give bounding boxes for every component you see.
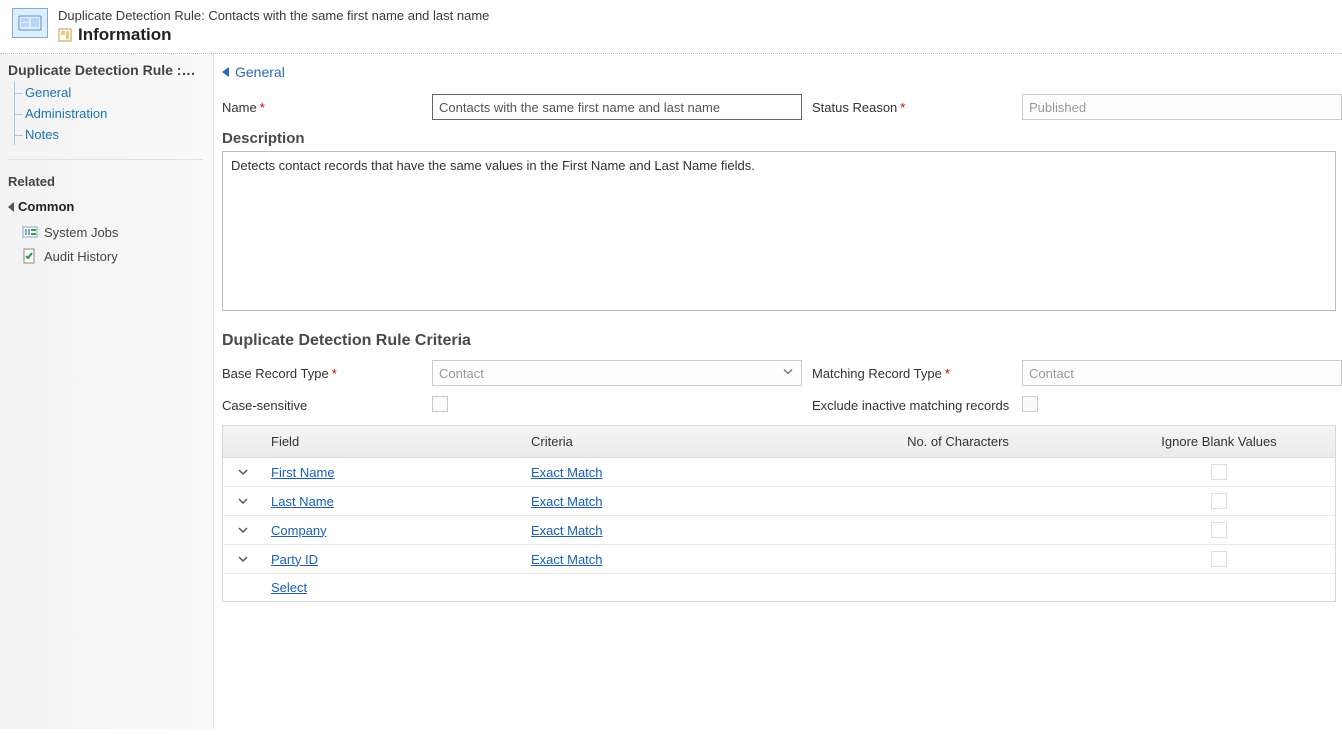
row-menu-button[interactable] (223, 466, 263, 478)
sidebar-group-common[interactable]: Common (8, 199, 203, 214)
sidebar-title: Duplicate Detection Rule :… (8, 62, 203, 78)
col-criteria: Criteria (523, 434, 813, 449)
sidebar-item-administration[interactable]: Administration (15, 103, 203, 124)
case-sensitive-checkbox[interactable] (432, 396, 448, 412)
sidebar-item-notes[interactable]: Notes (15, 124, 203, 145)
field-link[interactable]: First Name (263, 465, 523, 480)
criteria-link[interactable]: Exact Match (523, 523, 813, 538)
audit-icon (22, 248, 38, 264)
base-record-type-select[interactable] (432, 360, 802, 386)
sidebar-item-general[interactable]: General (15, 82, 203, 103)
criteria-link[interactable]: Exact Match (523, 494, 813, 509)
description-field[interactable]: Detects contact records that have the sa… (222, 151, 1336, 311)
info-icon (58, 28, 72, 42)
exclude-inactive-label: Exclude inactive matching records (812, 398, 1012, 413)
sidebar-item-label: System Jobs (44, 225, 118, 240)
sidebar-group-label: Common (18, 199, 74, 214)
status-reason-field[interactable] (1022, 94, 1342, 120)
criteria-table: Field Criteria No. of Characters Ignore … (222, 425, 1336, 602)
collapse-icon (222, 67, 229, 77)
ignore-blank-checkbox[interactable] (1211, 464, 1227, 480)
table-row: Party ID Exact Match (223, 545, 1335, 574)
name-field[interactable] (432, 94, 802, 120)
col-ignore-blank: Ignore Blank Values (1103, 434, 1335, 449)
matching-record-type-field[interactable] (1022, 360, 1342, 386)
select-field-link[interactable]: Select (263, 580, 523, 595)
status-reason-label: Status Reason* (812, 100, 1012, 115)
table-row: Last Name Exact Match (223, 487, 1335, 516)
table-row-select: Select (223, 574, 1335, 601)
col-field: Field (263, 434, 523, 449)
matching-record-type-label: Matching Record Type* (812, 366, 1012, 381)
section-general-header[interactable]: General (222, 64, 1342, 80)
field-link[interactable]: Company (263, 523, 523, 538)
criteria-link[interactable]: Exact Match (523, 465, 813, 480)
page-header: Duplicate Detection Rule: Contacts with … (0, 0, 1342, 54)
row-menu-button[interactable] (223, 524, 263, 536)
sidebar-item-audit-history[interactable]: Audit History (22, 244, 203, 268)
table-row: First Name Exact Match (223, 458, 1335, 487)
page-subtitle: Information (78, 25, 172, 45)
caret-icon (8, 202, 14, 212)
sidebar-related-heading: Related (8, 174, 203, 189)
ignore-blank-checkbox[interactable] (1211, 522, 1227, 538)
page-title: Duplicate Detection Rule: Contacts with … (58, 8, 1330, 23)
base-record-type-label: Base Record Type* (222, 366, 422, 381)
ignore-blank-checkbox[interactable] (1211, 551, 1227, 567)
col-chars: No. of Characters (813, 434, 1103, 449)
table-row: Company Exact Match (223, 516, 1335, 545)
criteria-table-header: Field Criteria No. of Characters Ignore … (223, 426, 1335, 458)
entity-icon (12, 8, 48, 38)
field-link[interactable]: Party ID (263, 552, 523, 567)
criteria-section-title: Duplicate Detection Rule Criteria (222, 332, 1342, 350)
section-label: General (235, 64, 285, 80)
ignore-blank-checkbox[interactable] (1211, 493, 1227, 509)
description-label: Description (222, 130, 1342, 147)
row-menu-button[interactable] (223, 495, 263, 507)
sidebar-item-system-jobs[interactable]: System Jobs (22, 220, 203, 244)
name-label: Name* (222, 100, 422, 115)
row-menu-button[interactable] (223, 553, 263, 565)
exclude-inactive-checkbox[interactable] (1022, 396, 1038, 412)
field-link[interactable]: Last Name (263, 494, 523, 509)
sidebar-divider (8, 159, 203, 160)
sidebar: Duplicate Detection Rule :… General Admi… (0, 54, 214, 729)
content-area: General Name* Status Reason* Description… (214, 54, 1342, 729)
sidebar-item-label: Audit History (44, 249, 118, 264)
jobs-icon (22, 224, 38, 240)
case-sensitive-label: Case-sensitive (222, 398, 422, 413)
criteria-link[interactable]: Exact Match (523, 552, 813, 567)
